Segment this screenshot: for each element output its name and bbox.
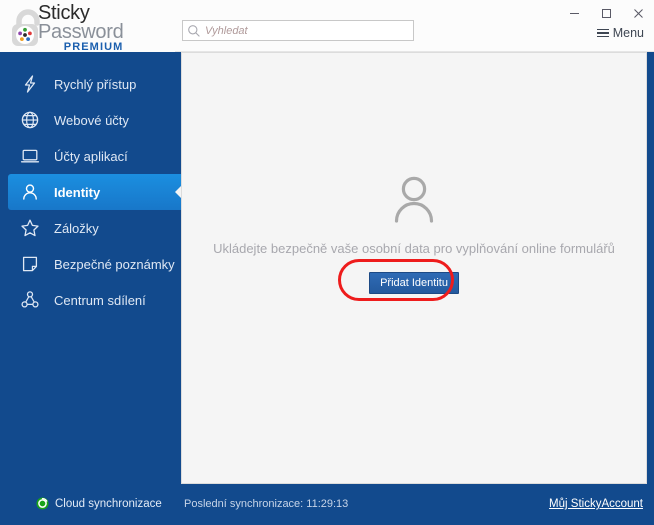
sidebar-item-label: Bezpečné poznámky	[54, 256, 175, 272]
brand-wordmark: Sticky Password PREMIUM	[38, 2, 124, 53]
share-icon	[19, 289, 41, 311]
window-controls	[558, 0, 654, 26]
sidebar-item-sharing-center[interactable]: Centrum sdílení	[0, 282, 175, 318]
maximize-icon	[601, 8, 611, 18]
add-identity-button[interactable]: Přidat Identitu	[369, 272, 459, 294]
cloud-sync-label: Cloud synchronizace	[55, 497, 162, 510]
sidebar-navigation: Rychlý přístup Webové účty Účty aplikací…	[0, 52, 184, 525]
star-icon	[19, 217, 41, 239]
brand-line-2: Password	[38, 21, 124, 43]
note-icon	[19, 253, 41, 275]
bolt-icon	[19, 73, 41, 95]
search-icon	[188, 24, 200, 37]
sidebar-item-label: Identity	[54, 184, 101, 200]
cloud-sync-status[interactable]: Cloud synchronizace	[36, 497, 162, 510]
cloud-sync-icon	[36, 497, 49, 510]
person-avatar-icon	[394, 176, 434, 223]
sidebar-item-label: Záložky	[54, 220, 99, 236]
empty-state-message: Ukládejte bezpečně vaše osobní data pro …	[213, 241, 615, 256]
minimize-button[interactable]	[558, 0, 590, 26]
sticky-password-window: Menu Sticky Password PREMIUM Vyhledat Ry…	[0, 0, 654, 525]
monitor-icon	[19, 145, 41, 167]
status-bar: Cloud synchronizace Poslední synchroniza…	[0, 484, 654, 525]
search-input[interactable]	[205, 22, 395, 39]
person-icon	[19, 181, 41, 203]
sidebar-item-web-accounts[interactable]: Webové účty	[0, 102, 175, 138]
search-box[interactable]	[182, 20, 414, 41]
close-icon	[633, 8, 643, 18]
identities-empty-state: Ukládejte bezpečně vaše osobní data pro …	[182, 171, 646, 301]
menu-button[interactable]: Menu	[596, 26, 644, 40]
main-content-panel: Ukládejte bezpečně vaše osobní data pro …	[181, 52, 647, 484]
title-bar: Menu Sticky Password PREMIUM	[0, 0, 654, 53]
sidebar-item-bookmarks[interactable]: Záložky	[0, 210, 175, 246]
menu-button-label: Menu	[612, 26, 644, 40]
my-sticky-account-link[interactable]: Můj StickyAccount	[549, 498, 643, 510]
minimize-icon	[569, 12, 579, 14]
sidebar-item-label: Rychlý přístup	[54, 76, 137, 92]
brand-line-1: Sticky	[38, 2, 90, 24]
sidebar-item-identities[interactable]: Identity	[8, 174, 184, 210]
maximize-button[interactable]	[590, 0, 622, 26]
sidebar-item-app-accounts[interactable]: Účty aplikací	[0, 138, 175, 174]
last-sync-text: Poslední synchronizace: 11:29:13	[184, 498, 349, 510]
add-identity-button-wrapper: Přidat Identitu	[338, 259, 459, 301]
sidebar-item-label: Webové účty	[54, 112, 129, 128]
sidebar-item-secure-memos[interactable]: Bezpečné poznámky	[0, 246, 175, 282]
sidebar-item-quick-access[interactable]: Rychlý přístup	[0, 66, 175, 102]
close-button[interactable]	[622, 0, 654, 26]
brand-logo: Sticky Password PREMIUM	[0, 0, 175, 53]
sidebar-item-label: Centrum sdílení	[54, 292, 146, 308]
hamburger-icon	[596, 28, 609, 38]
globe-icon	[19, 109, 41, 131]
sidebar-item-label: Účty aplikací	[54, 148, 128, 164]
